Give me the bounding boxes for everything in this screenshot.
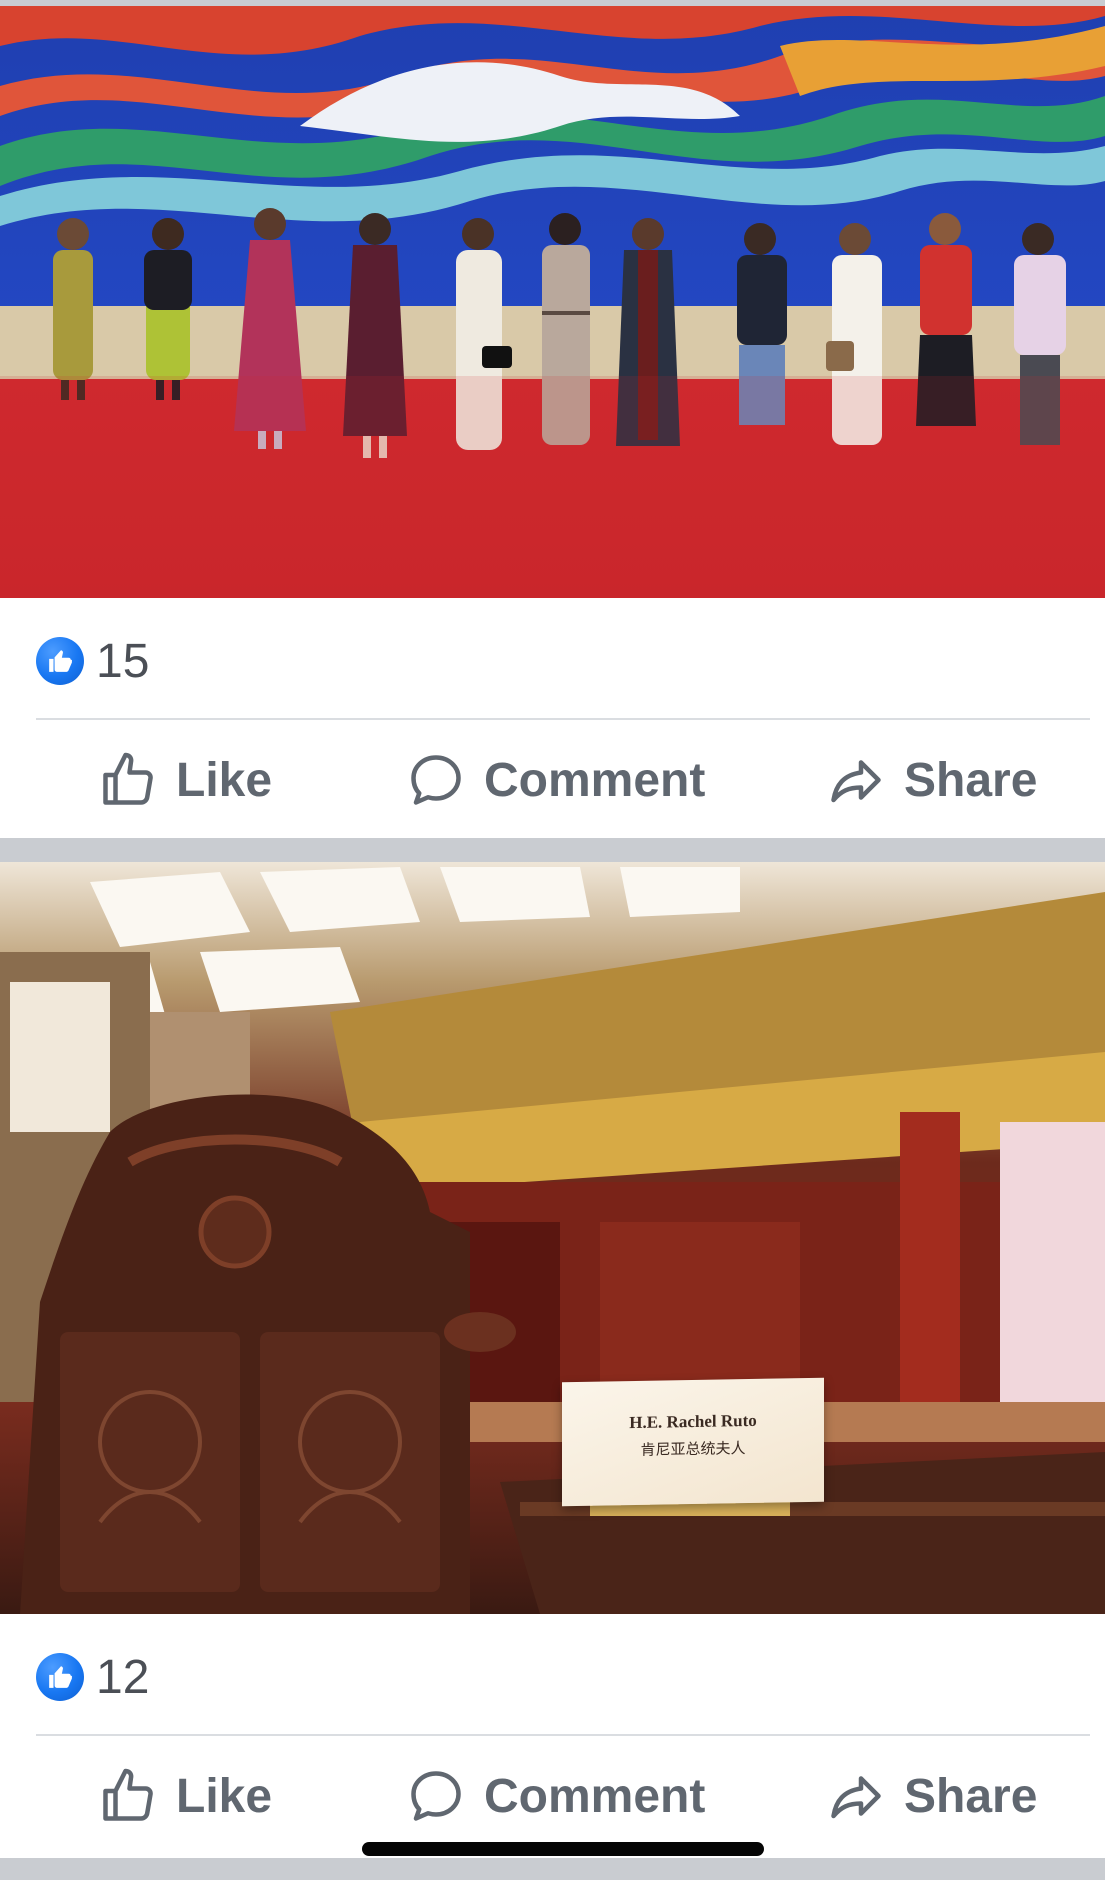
like-label: Like: [176, 753, 273, 807]
group-photo-illustration: [0, 6, 1105, 598]
post-separator: [0, 838, 1105, 862]
chair-nameplate-illustration: [0, 867, 1105, 1614]
like-button[interactable]: Like: [98, 740, 272, 820]
comment-label: Comment: [484, 753, 706, 807]
nameplate-name: H.E. Rachel Ruto: [629, 1410, 757, 1433]
reaction-count: 15: [96, 634, 150, 688]
home-indicator[interactable]: [362, 1842, 764, 1856]
post-separator: [0, 1858, 1105, 1880]
post-photo[interactable]: [0, 862, 1105, 1614]
divider: [36, 718, 1090, 720]
share-arrow-icon: [831, 1776, 881, 1819]
thumbs-up-icon: [103, 1768, 153, 1821]
divider: [36, 1734, 1090, 1736]
post-actions: Like Comment Share: [0, 1756, 1105, 1836]
like-label: Like: [176, 1769, 273, 1823]
reactions-summary[interactable]: 15: [36, 634, 150, 688]
reactions-summary[interactable]: 12: [36, 1650, 150, 1704]
like-button[interactable]: Like: [98, 1756, 272, 1836]
nameplate: H.E. Rachel Ruto 肯尼亚总统夫人: [562, 1377, 824, 1507]
like-reaction-icon: [36, 637, 84, 685]
comment-button[interactable]: Comment: [406, 740, 705, 820]
comment-bubble-icon: [411, 755, 461, 805]
thumbs-up-icon: [103, 752, 153, 805]
comment-bubble-icon: [411, 1771, 461, 1821]
comment-label: Comment: [484, 1769, 706, 1823]
nameplate-subtitle: 肯尼亚总统夫人: [640, 1441, 746, 1459]
comment-button[interactable]: Comment: [406, 1756, 705, 1836]
share-arrow-icon: [831, 760, 881, 803]
post-photo[interactable]: [0, 6, 1105, 598]
share-label: Share: [904, 1769, 1038, 1823]
share-label: Share: [904, 753, 1038, 807]
share-button[interactable]: Share: [826, 740, 1037, 820]
post-actions: Like Comment Share: [0, 740, 1105, 820]
like-reaction-icon: [36, 1653, 84, 1701]
reaction-count: 12: [96, 1650, 150, 1704]
share-button[interactable]: Share: [826, 1756, 1037, 1836]
feed: 15 Like Comment Share H.E. Rachel Ruto 肯…: [0, 0, 1105, 1880]
